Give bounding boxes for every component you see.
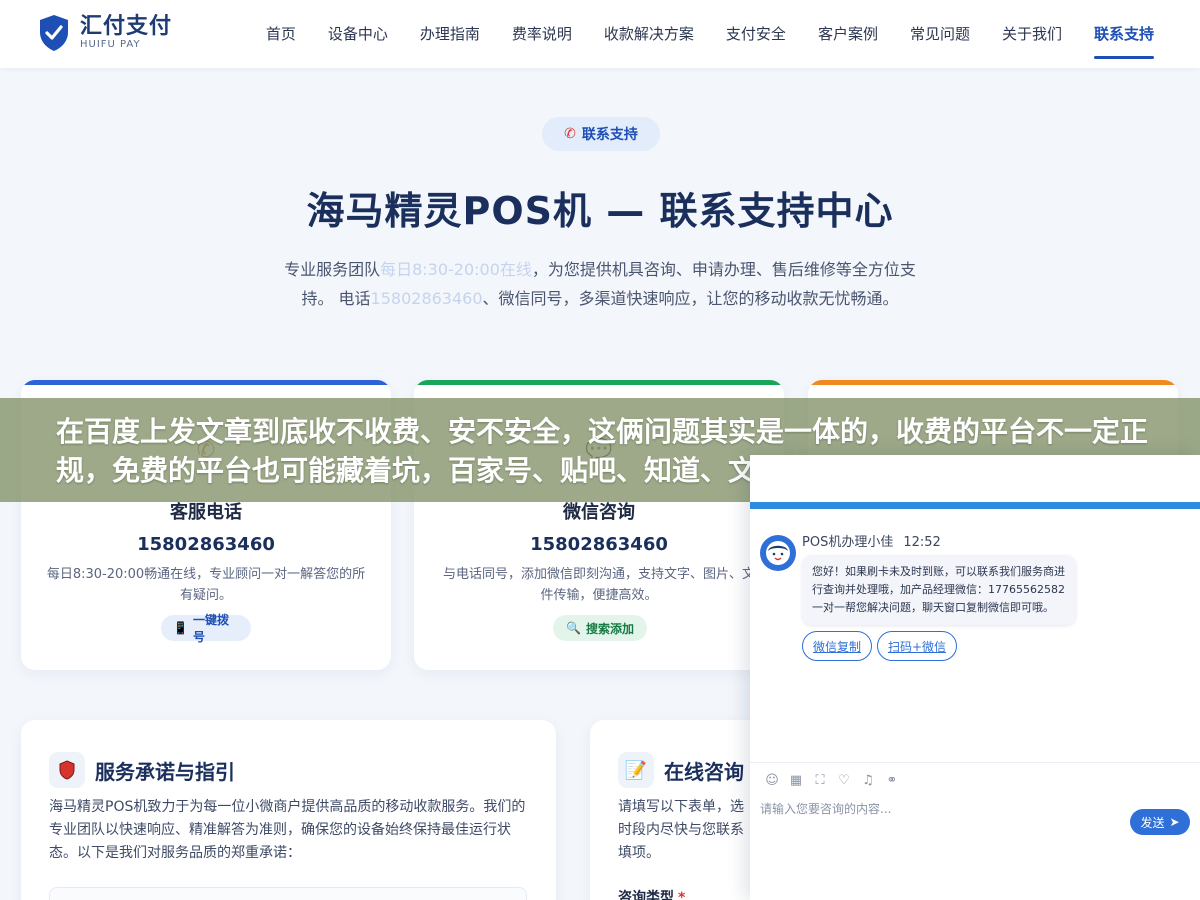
nav-security[interactable]: 支付安全 xyxy=(726,0,786,68)
main-nav: 首页 设备中心 办理指南 费率说明 收款解决方案 支付安全 客户案例 常见问题 … xyxy=(234,0,1155,68)
hero-description: 专业服务团队每日8:30-20:00在线，为您提供机具咨询、申请办理、售后维修等… xyxy=(280,255,920,313)
nav-about[interactable]: 关于我们 xyxy=(1002,0,1062,68)
nav-guide[interactable]: 办理指南 xyxy=(420,0,480,68)
desc-hours: 每日8:30-20:00在线 xyxy=(380,260,532,279)
chat-input[interactable] xyxy=(760,799,1120,819)
consult-type-text: 咨询类型 xyxy=(618,890,674,900)
chat-toolbar: ☺ ▦ ⛶ ♡ ♫ ⚭ xyxy=(760,771,904,789)
maximize-icon[interactable] xyxy=(1176,465,1190,479)
copy-wechat-button[interactable]: 微信复制 xyxy=(802,631,872,661)
panel-text: 请填写以下表单，选 时段内尽快与您联系 填项。 xyxy=(618,799,744,861)
mobile-icon: 📱 xyxy=(173,621,188,635)
search-add-label: 搜索添加 xyxy=(585,621,634,636)
card-phone-number: 15802863460 xyxy=(137,534,275,555)
nav-rates[interactable]: 费率说明 xyxy=(512,0,572,68)
chat-widget: POS机办理小佳 12:52 您好！如果刷卡未及时到账，可以联系我们服务商进行查询… xyxy=(750,455,1200,900)
phone-icon: ✆ xyxy=(564,126,576,142)
card-description: 与电话同号，添加微信即刻沟通，支持文字、图片、文件传输，便捷高效。 xyxy=(442,567,755,603)
chat-header-strip xyxy=(750,502,1200,509)
desc-phone: 15802863460 xyxy=(370,289,483,308)
search-add-button[interactable]: 🔍 搜索添加 xyxy=(553,615,647,641)
shield-logo-icon xyxy=(40,15,68,51)
screenshot-icon[interactable]: ⛶ xyxy=(808,771,832,789)
card-top-bar xyxy=(808,380,1178,385)
image-icon[interactable]: ▦ xyxy=(784,771,808,789)
nav-home[interactable]: 首页 xyxy=(266,0,296,68)
memo-icon: 📝 xyxy=(618,752,654,788)
search-icon: 🔍 xyxy=(566,621,581,635)
panel-text: 海马精灵POS机致力于为每一位小微商户提供高品质的移动收款服务。我们的专业团队以… xyxy=(49,799,526,861)
panel-title: 在线咨询 xyxy=(664,759,744,784)
send-button[interactable]: 发送 ➤ xyxy=(1130,809,1190,835)
pill-label: 联系支持 xyxy=(581,127,638,143)
scan-add-wechat-button[interactable]: 扫码+微信 xyxy=(877,631,957,661)
nav-cases[interactable]: 客户案例 xyxy=(818,0,878,68)
consult-type-label: 咨询类型 * xyxy=(618,887,685,900)
nav-support[interactable]: 联系支持 xyxy=(1093,0,1155,68)
message-time: 12:52 xyxy=(903,535,941,550)
panel-title: 服务承诺与指引 xyxy=(95,759,235,784)
top-navigation-bar: 汇付支付 HUIFU PAY 首页 设备中心 办理指南 费率说明 收款解决方案 … xyxy=(0,0,1200,68)
card-description: 每日8:30-20:00畅通在线，专业顾问一对一解答您的所有疑问。 xyxy=(46,567,366,603)
nav-devices[interactable]: 设备中心 xyxy=(328,0,388,68)
card-top-bar xyxy=(414,380,784,385)
nav-solutions[interactable]: 收款解决方案 xyxy=(604,0,694,68)
shield-icon xyxy=(49,752,85,788)
card-top-bar xyxy=(21,380,391,385)
service-commitment-panel: 服务承诺与指引 海马精灵POS机致力于为每一位小微商户提供高品质的移动收款服务。… xyxy=(21,720,556,900)
desc-part-3: 、微信同号，多渠道快速响应，让您的移动收款无忧畅通。 xyxy=(482,289,899,308)
chat-divider xyxy=(750,762,1200,763)
chat-message: 您好！如果刷卡未及时到账，可以联系我们服务商进行查询并处理哦，加产品经理微信：1… xyxy=(802,555,1076,625)
agent-face-icon xyxy=(766,541,790,565)
brand-logo[interactable]: 汇付支付 HUIFU PAY xyxy=(38,14,172,52)
nav-faq[interactable]: 常见问题 xyxy=(910,0,970,68)
voice-icon[interactable]: ♫ xyxy=(856,771,880,789)
card-wechat-number: 15802863460 xyxy=(530,534,668,555)
chat-header xyxy=(750,455,1200,502)
commitment-box xyxy=(49,887,527,900)
send-arrow-icon: ➤ xyxy=(1169,815,1180,829)
rating-icon[interactable]: ♡ xyxy=(832,771,856,789)
agent-name: POS机办理小佳 xyxy=(802,535,894,550)
send-label: 发送 xyxy=(1140,815,1165,830)
required-mark: * xyxy=(678,890,686,900)
brand-name: 汇付支付 xyxy=(80,14,173,39)
emoji-icon[interactable]: ☺ xyxy=(760,771,784,789)
page-title: 海马精灵POS机 — 联系支持中心 xyxy=(306,189,894,233)
brand-name-en: HUIFU PAY xyxy=(80,39,141,50)
desc-part-1: 专业服务团队 xyxy=(284,260,381,279)
dial-button[interactable]: 📱 一键拨号 xyxy=(161,613,251,644)
dial-button-label: 一键拨号 xyxy=(192,613,229,644)
quick-reply-icon[interactable]: ⚭ xyxy=(880,771,904,789)
avatar xyxy=(760,535,796,571)
chat-meta: POS机办理小佳 12:52 xyxy=(802,531,941,550)
section-pill: ✆ 联系支持 xyxy=(542,117,660,151)
